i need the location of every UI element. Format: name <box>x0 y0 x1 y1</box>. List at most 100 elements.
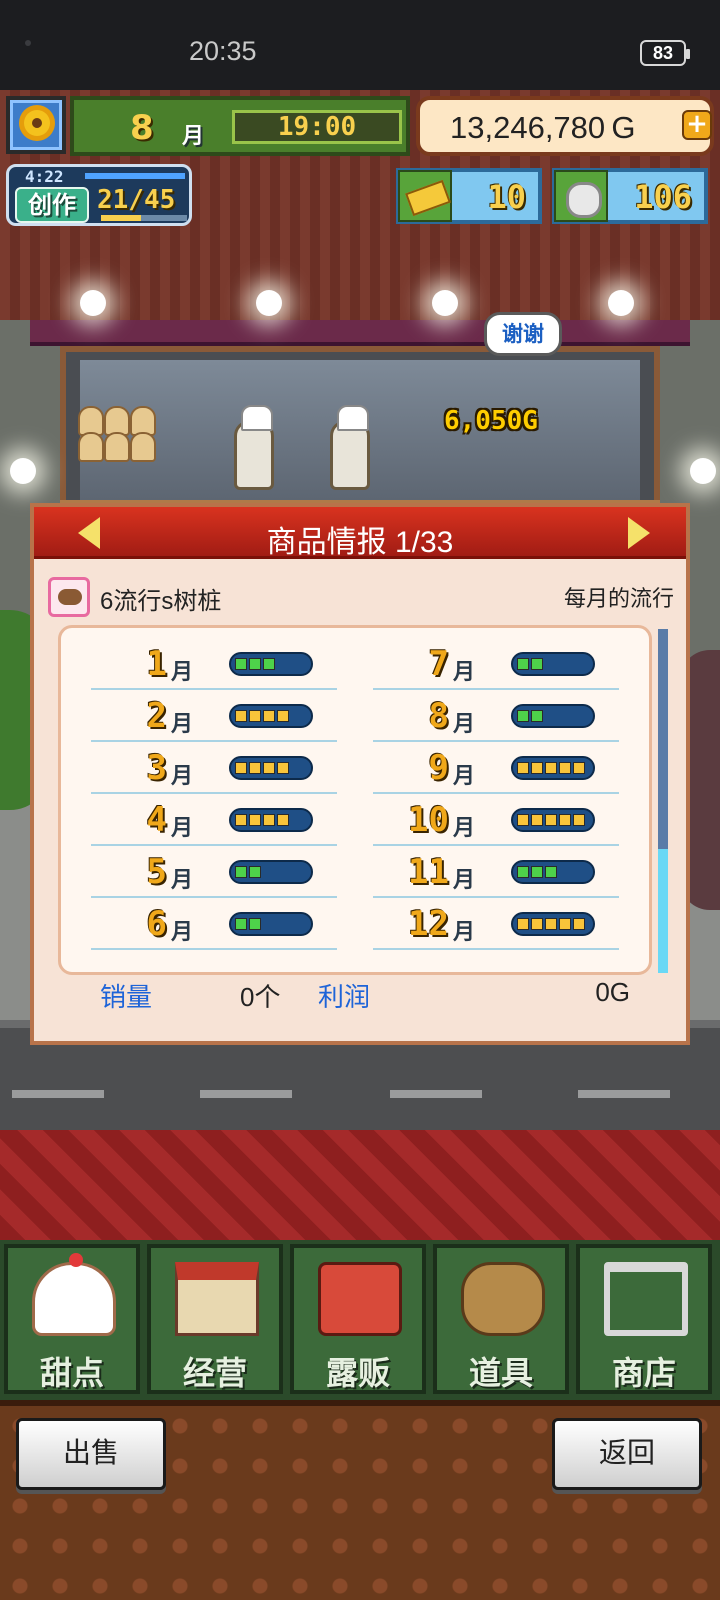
sell-button[interactable]: 出售 <box>16 1418 166 1490</box>
menu-tile-3[interactable]: 道具 <box>433 1244 569 1394</box>
trend-gauge <box>511 808 595 832</box>
trend-gauge <box>229 808 313 832</box>
create-progress-fill <box>101 215 142 221</box>
month-number: 8 <box>428 696 449 736</box>
trend-segment <box>531 658 543 670</box>
month-unit: 月 <box>171 764 194 789</box>
month-unit: 月 <box>182 124 205 149</box>
month-number: 10 <box>408 800 449 840</box>
month-unit: 月 <box>171 868 194 893</box>
add-gold-button[interactable]: + <box>682 110 712 140</box>
ceiling-light <box>608 290 634 316</box>
trend-segment <box>531 866 543 878</box>
month-number: 12 <box>408 904 449 944</box>
bread-display <box>104 432 130 462</box>
bread-display <box>78 432 104 462</box>
month-number: 6 <box>146 904 167 944</box>
month-trend-row: 3月 <box>91 742 337 794</box>
monthly-trend-grid: 1 月 2 月 3 月 4 月 5 月 6 月 7 月 8 月 9 月 10 月 11 月 12 月 <box>58 625 652 975</box>
month-unit: 月 <box>453 816 476 841</box>
menu-tile-1[interactable]: 经营 <box>147 1244 283 1394</box>
month-trend-row: 4月 <box>91 794 337 846</box>
trend-segment <box>263 710 275 722</box>
season-flower-icon[interactable] <box>6 96 66 154</box>
menu-label: 道具 <box>468 1354 533 1392</box>
trend-segment <box>545 866 557 878</box>
month-number: 8 <box>130 108 154 148</box>
trend-segment <box>559 814 571 826</box>
month-unit: 月 <box>171 660 194 685</box>
trend-segment <box>249 762 261 774</box>
cake-icon <box>32 1253 116 1336</box>
cart-icon <box>604 1262 688 1336</box>
stump-cake-icon <box>48 577 90 617</box>
trend-segment <box>517 918 529 930</box>
trend-gauge <box>229 756 313 780</box>
trend-segment <box>277 762 289 774</box>
month-trend-row: 7月 <box>373 638 619 690</box>
item-name: 6流行s树桩 <box>100 588 222 615</box>
panel-title: 商品情报 1/33 <box>266 526 454 559</box>
trend-segment <box>573 918 585 930</box>
month-number: 7 <box>428 644 449 684</box>
menu-tile-4[interactable]: 商店 <box>576 1244 712 1394</box>
month-unit: 月 <box>453 712 476 737</box>
red-carpet <box>0 1130 720 1240</box>
sales-label: 销量 <box>100 982 153 1012</box>
trend-segment <box>573 762 585 774</box>
month-unit: 月 <box>171 920 194 945</box>
trend-segment <box>235 658 247 670</box>
month-trend-row: 9月 <box>373 742 619 794</box>
ceiling-light <box>80 290 106 316</box>
medal-count: 106 <box>634 178 692 216</box>
menu-label: 露贩 <box>325 1354 390 1392</box>
status-time: 20:35 <box>189 36 257 66</box>
month-unit: 月 <box>453 660 476 685</box>
trend-gauge <box>229 652 313 676</box>
trend-segment <box>559 918 571 930</box>
trend-segment <box>517 814 529 826</box>
trend-segment <box>263 814 275 826</box>
scroll-thumb[interactable] <box>658 849 668 973</box>
month-trend-row: 2月 <box>91 690 337 742</box>
month-number: 11 <box>408 852 449 892</box>
gold-display: 13,246,780 G + <box>416 96 714 156</box>
create-timer-bar <box>85 173 185 179</box>
month-number: 4 <box>146 800 167 840</box>
trend-segment <box>249 918 261 930</box>
trend-segment <box>517 866 529 878</box>
road-line <box>578 1090 670 1098</box>
chef-character <box>234 405 274 490</box>
trend-segment <box>559 762 571 774</box>
month-trend-row: 12 月 <box>373 898 619 950</box>
trend-segment <box>263 762 275 774</box>
trend-gauge <box>511 704 595 728</box>
medal-counter: 106 <box>552 168 708 224</box>
trend-segment <box>235 762 247 774</box>
trend-segment <box>249 814 261 826</box>
profit-label: 利润 <box>318 982 371 1012</box>
create-timer: 4:22 <box>25 167 64 186</box>
battery-icon: 83 <box>640 40 690 66</box>
create-status[interactable]: 4:22 创作 21/45 <box>6 164 192 226</box>
ceiling-light <box>432 290 458 316</box>
road-line <box>390 1090 482 1098</box>
menu-label: 商店 <box>611 1354 676 1392</box>
back-button[interactable]: 返回 <box>552 1418 702 1490</box>
menu-tile-0[interactable]: 甜点 <box>4 1244 140 1394</box>
tools-icon <box>461 1262 545 1336</box>
trend-gauge <box>511 652 595 676</box>
trend-segment <box>235 710 247 722</box>
ticket-icon <box>398 170 452 222</box>
menu-tile-2[interactable]: 露贩 <box>290 1244 426 1394</box>
trend-gauge <box>511 912 595 936</box>
ticket-counter: 10 <box>396 168 542 224</box>
thanks-speech-bubble: 谢谢 <box>484 312 562 356</box>
product-info-panel: 商品情报 1/33 6流行s树桩 每月的流行 1月2月3月4月5月6月7月8月9… <box>30 503 690 1045</box>
trend-segment <box>531 814 543 826</box>
status-bar: 20:35 83 <box>0 0 720 90</box>
scrollbar[interactable] <box>658 629 668 973</box>
month-trend-row: 11 月 <box>373 846 619 898</box>
month-unit: 月 <box>453 868 476 893</box>
next-arrow-icon[interactable] <box>628 517 650 549</box>
